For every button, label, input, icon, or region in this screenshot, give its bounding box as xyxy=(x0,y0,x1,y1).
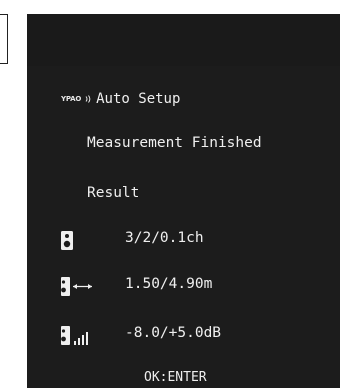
ypao-logo: YPAO xyxy=(61,94,82,103)
ok-enter-hint: OK:ENTER xyxy=(144,370,207,385)
speaker-level-icon xyxy=(59,325,95,347)
speaker-distance-icon xyxy=(59,276,95,298)
page: YPAO Auto Setup Measurement Finished Res… xyxy=(0,0,340,388)
result-speaker-config: 3/2/0.1ch xyxy=(125,230,204,246)
result-label: Result xyxy=(87,185,140,201)
result-speaker-level: -8.0/+5.0dB xyxy=(125,325,222,341)
screen-top-band xyxy=(27,14,340,66)
speaker-icon xyxy=(59,230,95,252)
osd-screen: YPAO Auto Setup Measurement Finished Res… xyxy=(27,14,340,388)
title-row: YPAO Auto Setup xyxy=(61,88,180,110)
left-frame xyxy=(0,14,8,64)
status-message: Measurement Finished xyxy=(87,135,262,151)
result-speaker-distance: 1.50/4.90m xyxy=(125,276,213,292)
page-title: Auto Setup xyxy=(96,91,181,107)
ypao-waves-icon xyxy=(85,90,92,108)
